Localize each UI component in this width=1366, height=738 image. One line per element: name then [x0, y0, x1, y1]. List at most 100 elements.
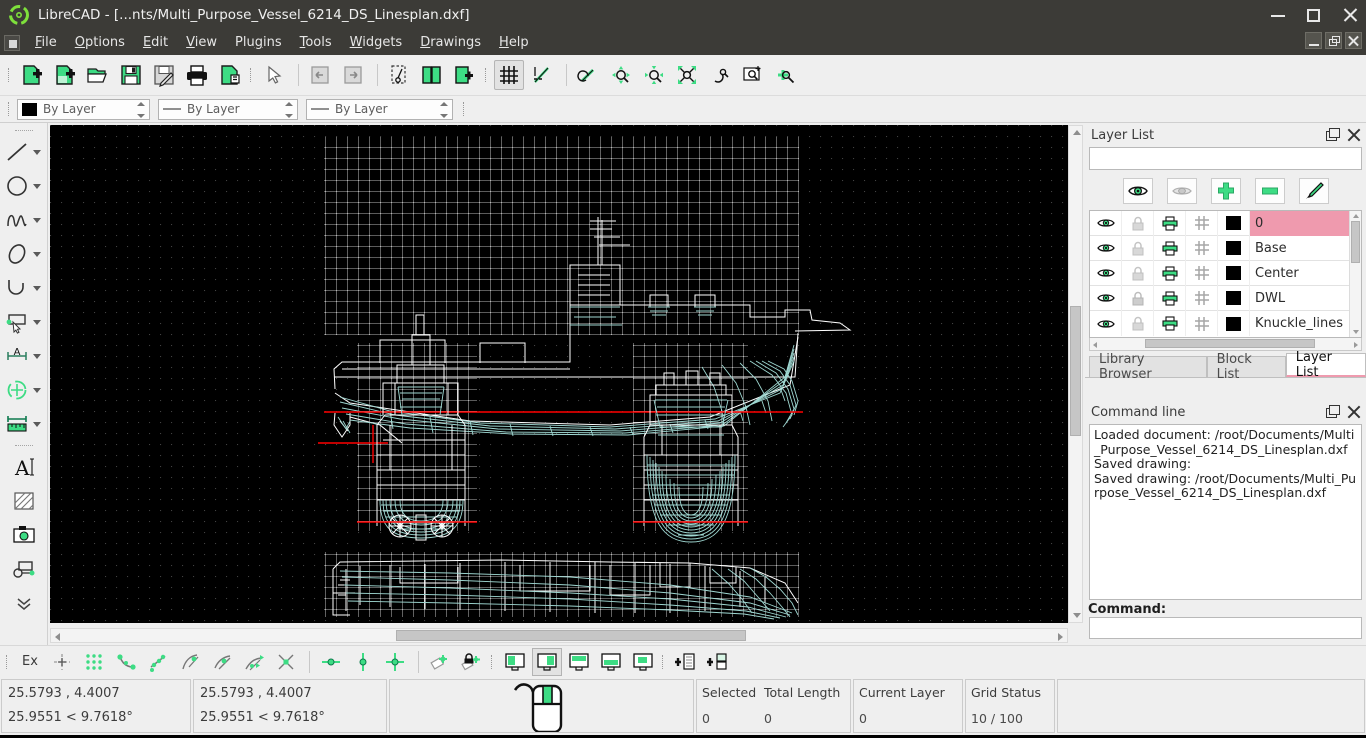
- tool-arc[interactable]: [2, 271, 46, 305]
- show-all-layers-button[interactable]: [1122, 178, 1153, 204]
- menu-view[interactable]: View: [177, 32, 226, 53]
- horizontal-scroll-thumb[interactable]: [396, 630, 746, 641]
- restrict-horizontal-button[interactable]: [316, 648, 346, 676]
- color-combo-spinner[interactable]: [136, 101, 147, 118]
- tools-sidebar-grip[interactable]: [11, 126, 37, 135]
- layer-name[interactable]: Base: [1250, 236, 1361, 261]
- menu-help[interactable]: Help: [490, 32, 538, 53]
- attrbar-grip-2[interactable]: [461, 98, 468, 120]
- view-fullscreen-button[interactable]: [500, 648, 530, 676]
- menu-tools[interactable]: Tools: [291, 32, 341, 53]
- layer-construction-toggle[interactable]: [1186, 210, 1218, 236]
- tool-dimension[interactable]: A: [2, 339, 46, 373]
- linetype-combo[interactable]: By Layer: [306, 98, 453, 120]
- new-from-template-button[interactable]: [50, 60, 80, 90]
- menu-drawings[interactable]: Drawings: [411, 32, 490, 53]
- zoom-window-button[interactable]: [738, 60, 768, 90]
- snapbar-grip-3[interactable]: [660, 651, 667, 673]
- view-toolbar-button[interactable]: [564, 648, 594, 676]
- snapbar-grip[interactable]: [4, 651, 11, 673]
- vertical-scroll-thumb[interactable]: [1070, 306, 1081, 436]
- layer-filter-input[interactable]: [1089, 147, 1362, 170]
- layer-print-toggle[interactable]: [1154, 260, 1186, 286]
- layer-color-swatch[interactable]: [1218, 311, 1250, 336]
- tab-block-list[interactable]: Block List: [1206, 352, 1286, 382]
- mdi-close-button[interactable]: [1345, 32, 1362, 49]
- layer-construction-toggle[interactable]: [1186, 260, 1218, 286]
- tool-circle[interactable]: [2, 169, 46, 203]
- layer-print-toggle[interactable]: [1154, 285, 1186, 311]
- snap-distance-button[interactable]: [239, 648, 269, 676]
- save-as-button[interactable]: [149, 60, 179, 90]
- restrict-vertical-button[interactable]: [348, 648, 378, 676]
- layer-name[interactable]: DWL: [1250, 286, 1361, 311]
- zoom-pan-button[interactable]: [705, 60, 735, 90]
- table-row[interactable]: Center: [1090, 260, 1361, 286]
- layer-lock-toggle[interactable]: [1122, 311, 1154, 336]
- view-statusbar-button[interactable]: [532, 647, 562, 676]
- scroll-right-arrow[interactable]: [1058, 633, 1063, 641]
- relative-zero-button[interactable]: [425, 648, 455, 676]
- restrict-orthogonal-button[interactable]: [380, 648, 410, 676]
- linewidth-combo[interactable]: By Layer: [158, 98, 298, 120]
- menu-edit[interactable]: Edit: [134, 32, 177, 53]
- cut-button[interactable]: [384, 60, 414, 90]
- color-combo[interactable]: By Layer: [17, 98, 150, 120]
- toolbar-grip[interactable]: [6, 64, 13, 86]
- tab-layer-list[interactable]: Layer List: [1285, 350, 1366, 380]
- mdi-minimize-button[interactable]: [1305, 32, 1322, 49]
- attrbar-grip[interactable]: [6, 98, 13, 120]
- tool-block[interactable]: [2, 552, 46, 586]
- layer-color-swatch[interactable]: [1218, 210, 1250, 236]
- edit-layer-button[interactable]: [1298, 178, 1329, 204]
- minimize-button[interactable]: [1268, 5, 1288, 25]
- tool-line-menu-arrow[interactable]: [32, 149, 41, 155]
- toggle-grid-button[interactable]: [494, 60, 524, 90]
- scroll-down-arrow[interactable]: [1073, 613, 1081, 618]
- snap-onentity-button[interactable]: [143, 648, 173, 676]
- table-row[interactable]: Base: [1090, 235, 1361, 261]
- paste-button[interactable]: [450, 60, 480, 90]
- tool-image[interactable]: [2, 518, 46, 552]
- toolbar-grip-2[interactable]: [248, 64, 255, 86]
- layer-visible-toggle[interactable]: [1090, 210, 1122, 236]
- layer-color-swatch[interactable]: [1218, 235, 1250, 261]
- undo-button[interactable]: [305, 60, 335, 90]
- tool-modify-menu-arrow[interactable]: [32, 387, 41, 393]
- layer-lock-toggle[interactable]: [1122, 260, 1154, 286]
- add-block-quick-button[interactable]: [703, 648, 733, 676]
- layer-list-float-icon[interactable]: [1324, 127, 1340, 143]
- tool-info-measure[interactable]: [2, 407, 46, 441]
- canvas-vertical-scrollbar[interactable]: [1068, 125, 1083, 623]
- lock-relative-zero-button[interactable]: [457, 648, 487, 676]
- print-preview-button[interactable]: [215, 60, 245, 90]
- tool-spline-menu-arrow[interactable]: [32, 217, 41, 223]
- tool-hatch[interactable]: [2, 484, 46, 518]
- command-line-close-icon[interactable]: [1346, 404, 1362, 420]
- layer-lock-toggle[interactable]: [1122, 210, 1154, 236]
- toolbar-grip-3[interactable]: [483, 64, 490, 86]
- scroll-left-arrow[interactable]: [55, 633, 60, 641]
- layer-print-toggle[interactable]: [1154, 210, 1186, 236]
- menu-file[interactable]: File: [26, 32, 66, 53]
- add-layer-button[interactable]: [1210, 178, 1241, 204]
- add-layer-quick-button[interactable]: [671, 648, 701, 676]
- tool-modify[interactable]: [2, 373, 46, 407]
- layer-color-swatch[interactable]: [1218, 285, 1250, 311]
- tool-text[interactable]: A: [2, 450, 46, 484]
- tab-library-browser[interactable]: Library Browser: [1089, 352, 1207, 382]
- layer-construction-toggle[interactable]: [1186, 235, 1218, 261]
- draw-order-button[interactable]: [527, 60, 557, 90]
- layer-name[interactable]: Center: [1250, 261, 1361, 286]
- tool-more[interactable]: [2, 586, 46, 620]
- select-pointer-button[interactable]: [259, 60, 289, 90]
- redo-button[interactable]: [338, 60, 368, 90]
- tool-circle-menu-arrow[interactable]: [32, 183, 41, 189]
- tool-select[interactable]: [2, 305, 46, 339]
- print-button[interactable]: [182, 60, 212, 90]
- tool-spline[interactable]: [2, 203, 46, 237]
- table-row[interactable]: 0: [1090, 210, 1361, 236]
- scroll-up-arrow[interactable]: [1073, 130, 1081, 135]
- tool-dimension-menu-arrow[interactable]: [32, 353, 41, 359]
- snap-intersection-button[interactable]: [271, 648, 301, 676]
